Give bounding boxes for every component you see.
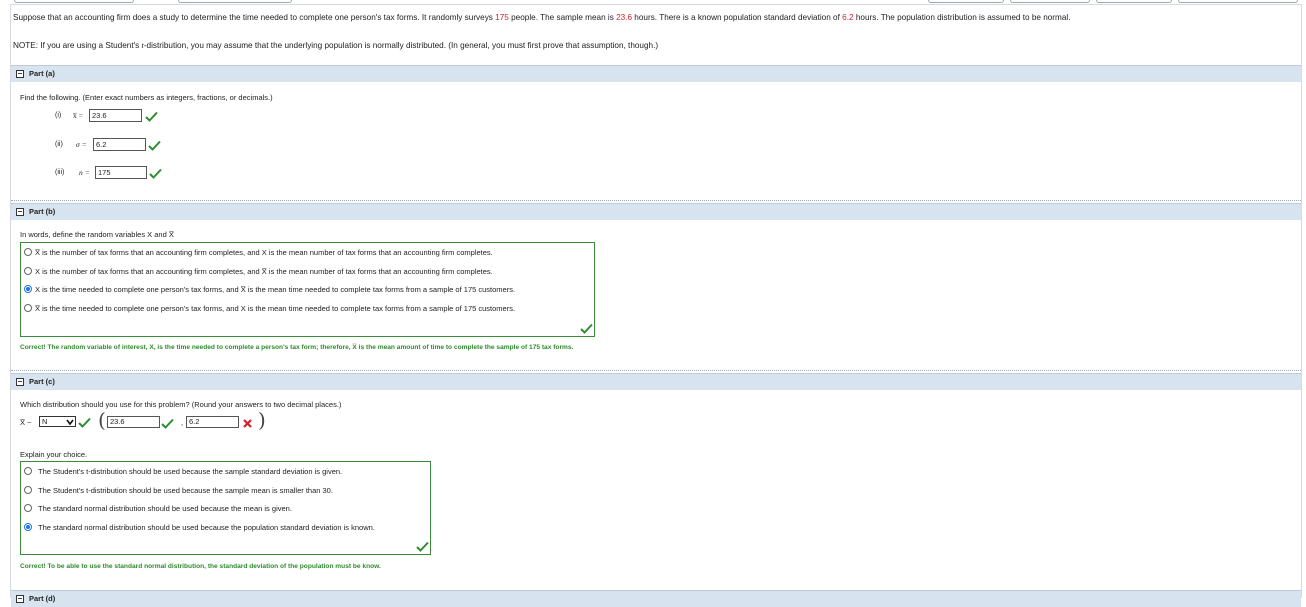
part-d-header[interactable]: − Part (d): [11, 590, 1301, 607]
check-icon: [78, 417, 91, 428]
radio-button-selected[interactable]: [24, 285, 32, 293]
part-d-title: Part (d): [29, 594, 56, 603]
part-b-header[interactable]: − Part (b): [11, 203, 1301, 220]
item-i-symbol: x̅ =: [73, 111, 83, 120]
radio-button[interactable]: [24, 504, 32, 512]
part-c-choice-3[interactable]: The standard normal distribution should …: [24, 504, 292, 513]
collapse-icon[interactable]: −: [16, 70, 24, 78]
population-sd-value: 6.2: [842, 13, 854, 22]
check-icon: [580, 323, 593, 334]
part-a-instruction: Find the following. (Enter exact numbers…: [20, 93, 273, 102]
sigma-input[interactable]: 6.2: [93, 138, 146, 151]
part-b-choice-3[interactable]: X is the time needed to complete one per…: [24, 285, 515, 294]
part-c-choices-box: The Student's t-distribution should be u…: [20, 461, 431, 555]
open-paren: (: [98, 408, 106, 432]
problem-statement: Suppose that an accounting firm does a s…: [13, 13, 1071, 22]
mean-param-input[interactable]: 23.6: [107, 416, 160, 428]
collapse-icon[interactable]: −: [16, 595, 24, 603]
sample-size-value: 175: [495, 13, 509, 22]
radio-button[interactable]: [24, 304, 32, 312]
part-divider: [11, 370, 1301, 371]
close-paren: ): [258, 408, 266, 432]
part-c-question: Which distribution should you use for th…: [20, 400, 342, 409]
item-ii-number: (ii): [55, 141, 63, 148]
top-tab-stub-left-2: [178, 0, 292, 3]
radio-button[interactable]: [24, 467, 32, 475]
radio-button[interactable]: [24, 248, 32, 256]
distribution-prefix: X̅ ~: [20, 418, 32, 427]
sd-param-input[interactable]: 6.2: [186, 416, 239, 428]
x-icon: [243, 419, 252, 428]
param-separator: ,: [181, 418, 184, 427]
part-c-title: Part (c): [29, 377, 55, 386]
top-tab-stub-right-2: [1010, 0, 1090, 3]
part-b-feedback: Correct! The random variable of interest…: [20, 344, 574, 351]
radio-button[interactable]: [24, 267, 32, 275]
item-iii-symbol: n =: [79, 168, 90, 177]
part-b-choices-box: X̅ is the number of tax forms that an ac…: [20, 242, 595, 337]
top-tab-stub-right-3: [1096, 0, 1172, 3]
mean-input[interactable]: 23.6: [89, 109, 142, 122]
sample-mean-value: 23.6: [616, 13, 633, 22]
part-b-choice-4[interactable]: X̅ is the time needed to complete one pe…: [24, 304, 515, 313]
part-b-choice-1[interactable]: X̅ is the number of tax forms that an ac…: [24, 248, 493, 257]
radio-button[interactable]: [24, 486, 32, 494]
collapse-icon[interactable]: −: [16, 208, 24, 216]
check-icon: [416, 541, 429, 552]
check-icon: [145, 111, 158, 122]
chevron-down-icon: [66, 419, 74, 426]
item-i-number: (i): [55, 112, 62, 119]
check-icon: [149, 168, 162, 179]
part-a-header[interactable]: − Part (a): [11, 65, 1301, 82]
check-icon: [161, 418, 174, 429]
part-c-feedback: Correct! To be able to use the standard …: [20, 563, 381, 570]
n-input[interactable]: 175: [95, 166, 147, 179]
collapse-icon[interactable]: −: [16, 378, 24, 386]
distribution-select[interactable]: N: [39, 416, 76, 427]
part-b-question: In words, define the random variables X …: [20, 230, 174, 239]
top-tab-stub-right-1: [928, 0, 1004, 3]
part-c-choice-2[interactable]: The Student's t-distribution should be u…: [24, 486, 333, 495]
part-c-header[interactable]: − Part (c): [11, 373, 1301, 390]
part-c-choice-4[interactable]: The standard normal distribution should …: [24, 523, 375, 532]
item-ii-symbol: σ =: [76, 140, 87, 149]
note-text: NOTE: If you are using a Student's t-dis…: [13, 41, 659, 50]
part-b-title: Part (b): [29, 207, 56, 216]
check-icon: [148, 140, 161, 151]
top-tab-stub-right-4: [1178, 0, 1298, 3]
top-tab-stub-left: [14, 0, 134, 3]
part-b-choice-2[interactable]: X is the number of tax forms that an acc…: [24, 267, 493, 276]
part-a-title: Part (a): [29, 69, 55, 78]
radio-button-selected[interactable]: [24, 523, 32, 531]
part-divider: [11, 200, 1301, 201]
part-c-choice-1[interactable]: The Student's t-distribution should be u…: [24, 467, 342, 476]
explain-label: Explain your choice.: [20, 450, 88, 459]
item-iii-number: (iii): [55, 169, 65, 176]
